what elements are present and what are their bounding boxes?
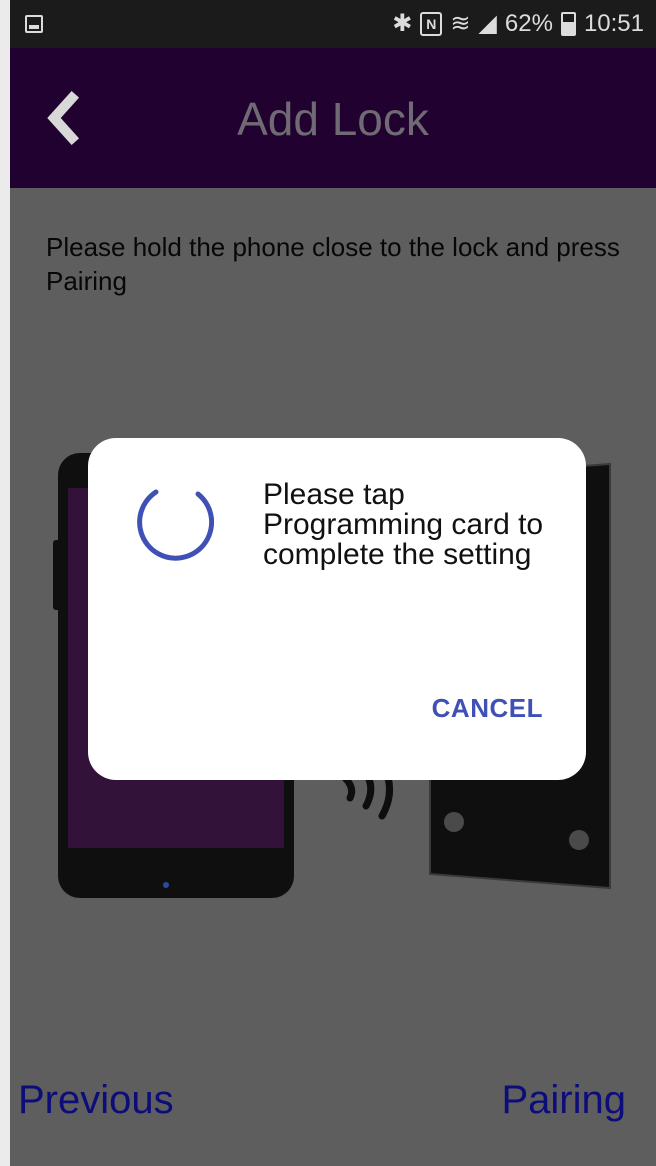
app-bar: Add Lock: [10, 48, 656, 188]
cancel-button[interactable]: CANCEL: [432, 693, 543, 724]
bluetooth-icon: ✱: [392, 10, 413, 37]
dialog-message: Please tap Programming card to complete …: [263, 478, 544, 571]
screen-edge: [0, 0, 10, 1166]
clock: 10:51: [583, 10, 644, 37]
signal-icon: ◢: [478, 10, 497, 37]
wifi-icon: ≋: [450, 10, 471, 37]
progress-dialog: Please tap Programming card to complete …: [88, 438, 586, 780]
previous-button[interactable]: Previous: [18, 1078, 174, 1123]
page-title: Add Lock: [237, 93, 429, 145]
pairing-button[interactable]: Pairing: [501, 1078, 626, 1123]
status-right-group: ✱ N ≋ ◢ 62% 10:51: [392, 0, 644, 48]
nfc-icon: N: [420, 12, 443, 36]
battery-icon: [560, 12, 576, 36]
gallery-icon: [25, 15, 43, 33]
battery-percent: 62%: [504, 10, 553, 37]
status-bar: ✱ N ≋ ◢ 62% 10:51: [10, 0, 656, 48]
loading-spinner-icon: [137, 489, 214, 561]
